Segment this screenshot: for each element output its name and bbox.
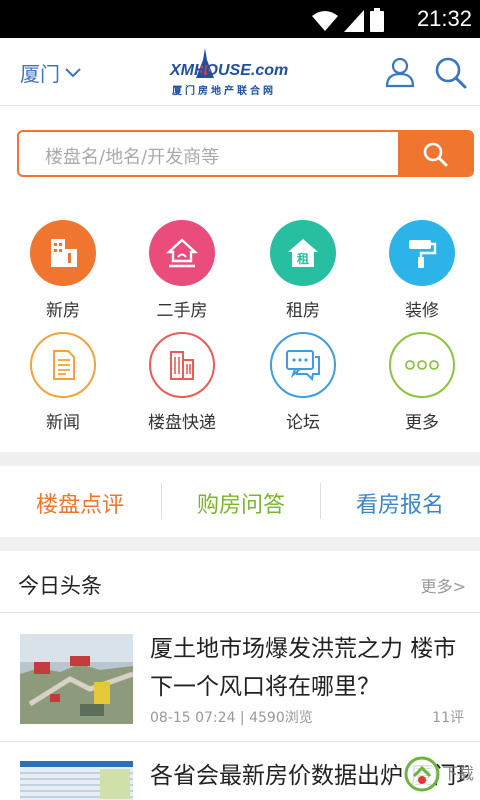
paint-roller-icon bbox=[389, 220, 455, 286]
building-icon bbox=[30, 220, 96, 286]
section-divider bbox=[0, 452, 480, 466]
category-news[interactable]: 新闻 bbox=[3, 332, 123, 433]
category-label: 论坛 bbox=[286, 413, 320, 433]
search-button[interactable] bbox=[398, 132, 472, 175]
quick-link-buying-qa[interactable]: 购房问答 bbox=[161, 487, 321, 519]
category-label: 装修 bbox=[405, 301, 439, 321]
category-new-house[interactable]: 新房 bbox=[3, 220, 123, 321]
news-item[interactable]: 厦土地市场爆发洪荒之力 楼市下一个风口将在哪里？ 08-15 07:24 | 4… bbox=[0, 614, 480, 742]
category-rent[interactable]: 租 租房 bbox=[243, 220, 363, 321]
news-meta: 08-15 07:24 | 4590浏览 bbox=[150, 710, 313, 726]
news-thumbnail bbox=[20, 761, 133, 800]
download-watermark: 下载 bbox=[404, 752, 474, 792]
svg-text:租: 租 bbox=[297, 252, 309, 266]
category-label: 新闻 bbox=[46, 413, 80, 433]
rent-house-icon: 租 bbox=[270, 220, 336, 286]
app-header: 厦门 XMHOUSE.com 厦门房地产联合网 bbox=[0, 38, 480, 106]
city-label: 厦门 bbox=[20, 62, 60, 86]
category-label: 租房 bbox=[286, 301, 320, 321]
logo-subtitle: 厦门房地产联合网 bbox=[172, 86, 276, 97]
quick-links: 楼盘点评 购房问答 看房报名 bbox=[0, 467, 480, 537]
house-hand-icon bbox=[149, 220, 215, 286]
xmhouse-logo: XMHOUSE.com 厦门房地产联合网 bbox=[170, 48, 320, 98]
category-label: 更多 bbox=[405, 413, 439, 433]
chat-bubbles-icon bbox=[270, 332, 336, 398]
category-label: 新房 bbox=[46, 301, 80, 321]
city-selector[interactable]: 厦门 bbox=[20, 58, 82, 87]
signal-icon bbox=[344, 10, 364, 32]
user-icon[interactable] bbox=[384, 56, 416, 88]
quick-link-viewing-signup[interactable]: 看房报名 bbox=[320, 487, 480, 519]
category-more[interactable]: 更多 bbox=[362, 332, 480, 433]
news-thumbnail bbox=[20, 634, 133, 724]
status-icons bbox=[312, 6, 384, 32]
clock: 21:32 bbox=[416, 6, 472, 31]
news-title: 厦土地市场爆发洪荒之力 楼市下一个风口将在哪里？ bbox=[150, 636, 457, 700]
news-document-icon bbox=[30, 332, 96, 398]
magnifier-icon bbox=[423, 142, 448, 166]
status-bar: 21:32 bbox=[0, 0, 480, 38]
headlines-header: 今日头条 更多> bbox=[0, 551, 480, 613]
headlines-title: 今日头条 bbox=[18, 574, 102, 598]
more-dots-icon bbox=[389, 332, 455, 398]
section-divider bbox=[0, 537, 480, 551]
headlines-more-link[interactable]: 更多> bbox=[421, 573, 466, 597]
search-bar[interactable]: 楼盘名/地名/开发商等 bbox=[17, 130, 474, 177]
logo-wordmark: XMHOUSE.com bbox=[170, 62, 289, 79]
chevron-down-icon bbox=[65, 67, 81, 77]
category-decoration[interactable]: 装修 bbox=[362, 220, 480, 321]
category-estate-express[interactable]: 楼盘快递 bbox=[122, 332, 242, 433]
search-icon[interactable] bbox=[434, 56, 467, 89]
buildings-outline-icon bbox=[149, 332, 215, 398]
category-label: 楼盘快递 bbox=[148, 413, 216, 433]
wifi-icon bbox=[312, 11, 338, 31]
quick-link-estate-review[interactable]: 楼盘点评 bbox=[0, 487, 160, 519]
watermark-text: 下载 bbox=[442, 764, 475, 783]
category-forum[interactable]: 论坛 bbox=[243, 332, 363, 433]
battery-icon bbox=[370, 8, 384, 32]
news-comment-count: 11评 bbox=[432, 710, 464, 726]
category-label: 二手房 bbox=[156, 301, 208, 321]
category-second-hand[interactable]: 二手房 bbox=[122, 220, 242, 321]
search-input[interactable]: 楼盘名/地名/开发商等 bbox=[45, 143, 219, 169]
